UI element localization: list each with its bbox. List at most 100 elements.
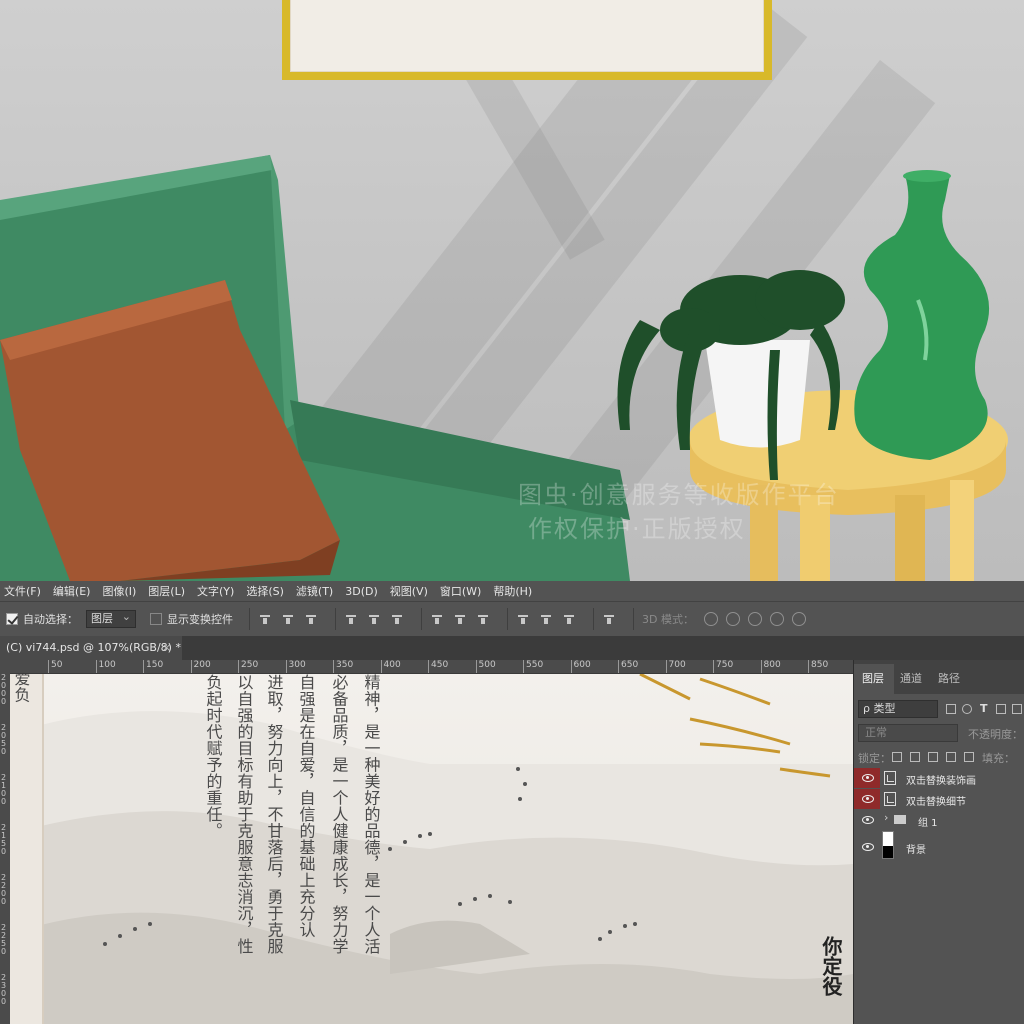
lock-artboard-icon[interactable]	[946, 752, 956, 762]
text-column: 以自强的目标有助于克服意志消沉，性	[234, 674, 254, 955]
scale-3d-icon[interactable]	[791, 612, 806, 626]
divider	[633, 608, 634, 630]
menu-3d[interactable]: 3D(D)	[345, 585, 378, 598]
distribute-hcenter-icon[interactable]	[539, 612, 553, 626]
menu-image[interactable]: 图像(I)	[102, 583, 136, 599]
layer-row[interactable]: 双击替换装饰画	[854, 768, 1024, 788]
menu-file[interactable]: 文件(F)	[4, 583, 41, 599]
ruler-tick-label: 2200	[1, 873, 7, 906]
distribute-bottom-icon[interactable]	[476, 612, 490, 626]
document-canvas[interactable]: 负起时代赋予的重任。 以自强的目标有助于克服意志消沉，性 进取，努力向上，不甘落…	[10, 674, 853, 1024]
ruler-tick-label: 750	[713, 660, 733, 673]
lock-position-icon[interactable]	[928, 752, 938, 762]
menu-select[interactable]: 选择(S)	[246, 583, 284, 599]
auto-select-dropdown[interactable]: 图层	[86, 609, 136, 628]
layer-name: 双击替换细节	[906, 797, 966, 808]
document-tab-title: (C) vi744.psd @ 107%(RGB/8) *	[6, 641, 181, 654]
distribute-left-icon[interactable]	[516, 612, 530, 626]
orbit-3d-icon[interactable]	[703, 612, 718, 626]
align-left-icon[interactable]	[344, 612, 358, 626]
horizontal-ruler: 50 100 150 200 250 300 350 400 450 500 550 600 650 70…	[10, 660, 853, 674]
plant-pot	[705, 340, 810, 448]
text-column: 必备品质，是一个人健康成长，努力学	[329, 674, 349, 955]
text-column: 自强是在自爱，自信的基础上充分认	[296, 674, 316, 938]
opacity-label: 不透明度：	[968, 728, 1023, 741]
image-filter-icon[interactable]	[946, 704, 956, 714]
lock-image-icon[interactable]	[910, 752, 920, 762]
align-vcenter-icon[interactable]	[281, 612, 295, 626]
auto-select-label: 自动选择：	[23, 613, 78, 626]
text-column: 进取，努力向上，不甘落后，勇于克服	[264, 674, 284, 955]
tab-channels[interactable]: 通道	[900, 670, 922, 686]
align-top-icon[interactable]	[258, 612, 272, 626]
menu-layer[interactable]: 图层(L)	[148, 583, 185, 599]
roll-3d-icon[interactable]	[725, 612, 740, 626]
smart-object-icon	[884, 771, 896, 785]
tab-paths[interactable]: 路径	[938, 670, 960, 686]
ruler-tick-label: 300	[285, 660, 306, 673]
canvas-left-border	[10, 674, 44, 1024]
ruler-tick-label: 850	[808, 660, 828, 673]
auto-select-checkbox[interactable]	[6, 613, 18, 625]
lock-transparent-icon[interactable]	[892, 752, 902, 762]
distribute-vcenter-icon[interactable]	[453, 612, 467, 626]
slide-3d-icon[interactable]	[769, 612, 784, 626]
auto-align-icon[interactable]	[602, 612, 616, 626]
visibility-eye-icon[interactable]	[854, 837, 880, 857]
blend-mode-dropdown[interactable]: 正常	[858, 724, 958, 742]
tab-layers[interactable]: 图层	[862, 670, 884, 686]
document-tab-bar: (C) vi744.psd @ 107%(RGB/8) * ×	[0, 636, 1024, 660]
options-bar: 自动选择： 图层 显示变换控件 3D 模式：	[0, 601, 1024, 636]
menu-view[interactable]: 视图(V)	[390, 583, 428, 599]
menu-window[interactable]: 窗口(W)	[440, 583, 481, 599]
lock-label: 锁定：	[858, 752, 891, 765]
panel-tabs: 图层 通道 路径	[854, 660, 1024, 694]
text-column-partial: 爱负	[11, 674, 31, 703]
distribute-top-icon[interactable]	[430, 612, 444, 626]
show-transform-checkbox[interactable]	[150, 613, 162, 625]
ruler-tick-label: 700	[665, 660, 686, 673]
distribute-right-icon[interactable]	[562, 612, 576, 626]
show-transform-label: 显示变换控件	[167, 613, 233, 626]
ruler-tick-label: 50	[48, 660, 62, 673]
layer-filter-dropdown[interactable]: ρ 类型	[858, 700, 938, 718]
document-tab[interactable]: (C) vi744.psd @ 107%(RGB/8) * ×	[0, 636, 182, 660]
ruler-tick-label: 100	[95, 660, 116, 673]
text-filter-icon[interactable]: T	[980, 702, 988, 715]
ruler-tick-label: 200	[190, 660, 211, 673]
close-icon[interactable]: ×	[162, 641, 171, 654]
menu-type[interactable]: 文字(Y)	[197, 583, 234, 599]
ruler-tick-label: 500	[475, 660, 496, 673]
menu-help[interactable]: 帮助(H)	[493, 583, 532, 599]
divider	[507, 608, 508, 630]
adjustment-filter-icon[interactable]	[962, 704, 972, 714]
visibility-eye-icon[interactable]	[854, 789, 880, 809]
visibility-eye-icon[interactable]	[854, 768, 880, 788]
layer-row[interactable]: 背景	[854, 831, 1024, 859]
ruler-tick-label: 2150	[1, 823, 7, 856]
align-right-icon[interactable]	[390, 612, 404, 626]
lock-row: 锁定： 填充：	[854, 746, 1024, 768]
calligraphy-text: 你定役	[819, 936, 843, 996]
smart-object-filter-icon[interactable]	[1012, 704, 1022, 714]
mode-3d-label: 3D 模式：	[642, 613, 694, 626]
chevron-right-icon[interactable]: ›	[884, 811, 888, 824]
layer-thumbnail	[882, 831, 894, 859]
divider	[249, 608, 250, 630]
shape-filter-icon[interactable]	[996, 704, 1006, 714]
folder-icon	[894, 815, 906, 824]
ruler-tick-label: 450	[428, 660, 448, 673]
align-bottom-icon[interactable]	[304, 612, 318, 626]
pan-3d-icon[interactable]	[747, 612, 762, 626]
ruler-tick-label: 2000	[1, 673, 7, 706]
visibility-eye-icon[interactable]	[854, 810, 880, 830]
layer-row[interactable]: 双击替换细节	[854, 789, 1024, 809]
align-hcenter-icon[interactable]	[367, 612, 381, 626]
divider	[335, 608, 336, 630]
menu-edit[interactable]: 编辑(E)	[53, 583, 91, 599]
stock-watermark: 图虫·创意服务等收版作平台 作权保护·正版授权	[518, 478, 840, 546]
layer-name: 组 1	[918, 818, 938, 829]
menu-filter[interactable]: 滤镜(T)	[296, 583, 333, 599]
layer-row[interactable]: › 组 1	[854, 810, 1024, 830]
lock-all-icon[interactable]	[964, 752, 974, 762]
